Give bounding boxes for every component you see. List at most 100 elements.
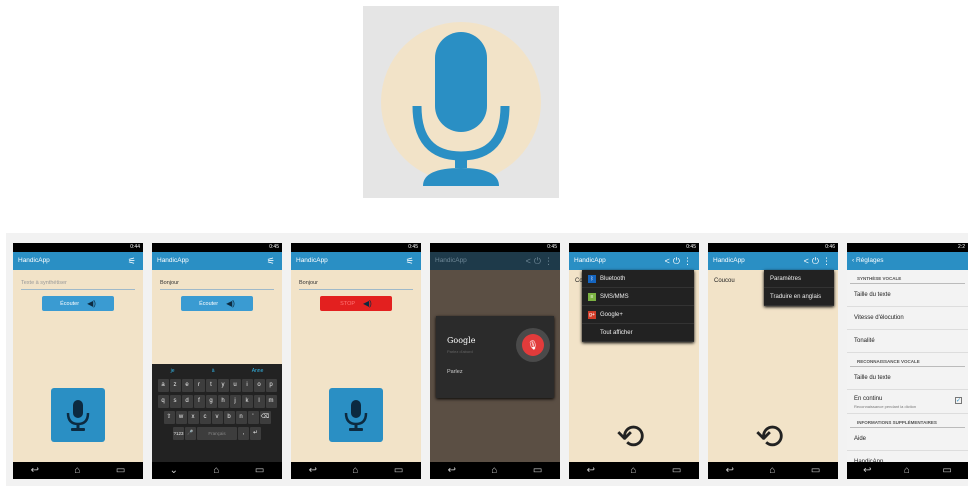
key[interactable]: v <box>211 411 223 424</box>
suggestion[interactable]: à <box>212 367 215 376</box>
back-icon[interactable]: ↩ <box>587 465 595 476</box>
key[interactable]: o <box>253 379 265 392</box>
setting-item[interactable]: Aide <box>847 428 968 451</box>
hide-keyboard-icon[interactable]: ⌄ <box>170 465 178 476</box>
enter-key[interactable]: ↵ <box>250 427 261 440</box>
mic-ring[interactable]: 🎙 <box>516 328 550 362</box>
key[interactable]: r <box>193 379 205 392</box>
key[interactable]: s <box>169 395 181 408</box>
key[interactable]: g <box>205 395 217 408</box>
back-icon[interactable]: ↩ <box>448 465 456 476</box>
recent-apps-icon[interactable]: ▭ <box>394 465 403 476</box>
key[interactable]: l <box>253 395 265 408</box>
text-input[interactable]: Bonjour <box>299 278 413 290</box>
text-input[interactable]: Bonjour <box>160 278 274 290</box>
setting-item[interactable]: Vitesse d'élocution <box>847 307 968 330</box>
settings-sliders-icon[interactable]: ⚟ <box>406 252 417 270</box>
nav-bar: ↩ ⌂ ▭ <box>291 462 421 479</box>
recent-apps-icon[interactable]: ▭ <box>116 465 125 476</box>
menu-item-sms[interactable]: ≡ SMS/MMS <box>582 288 694 306</box>
home-icon[interactable]: ⌂ <box>74 465 80 476</box>
recent-apps-icon[interactable]: ▭ <box>672 465 681 476</box>
mic-key[interactable]: 🎤 <box>185 427 196 440</box>
symbols-key[interactable]: ?123 <box>173 427 184 440</box>
home-icon[interactable]: ⌂ <box>491 465 497 476</box>
key[interactable]: a <box>157 379 169 392</box>
menu-item-settings[interactable]: Paramètres <box>764 270 834 288</box>
back-icon[interactable]: ↩ <box>309 465 317 476</box>
suggestion[interactable]: je <box>171 367 175 376</box>
menu-item-show-all[interactable]: Tout afficher <box>582 324 694 342</box>
home-icon[interactable]: ⌂ <box>904 465 910 476</box>
key[interactable]: c <box>199 411 211 424</box>
keyboard-row: ⇧ w x c v b n ' ⌫ <box>152 411 282 424</box>
home-icon[interactable]: ⌂ <box>352 465 358 476</box>
key[interactable]: n <box>235 411 247 424</box>
share-icon[interactable]: <⏻⋮ <box>665 252 695 270</box>
key[interactable]: d <box>181 395 193 408</box>
bluetooth-icon: ᛒ <box>588 274 596 283</box>
key[interactable]: ' <box>247 411 259 424</box>
status-bar: 0:44 <box>13 243 143 252</box>
backspace-key[interactable]: ⌫ <box>259 411 271 424</box>
comma-key[interactable]: , <box>238 427 249 440</box>
microphone-logo-icon <box>381 22 541 186</box>
space-key[interactable]: Français <box>197 427 237 440</box>
stop-button[interactable]: STOP ◀) <box>320 296 392 311</box>
key[interactable]: p <box>265 379 277 392</box>
refresh-icon[interactable]: ⟲ <box>755 420 784 454</box>
microphone-icon <box>66 400 90 431</box>
setting-item[interactable]: Tonalité <box>847 330 968 353</box>
key[interactable]: f <box>193 395 205 408</box>
key[interactable]: y <box>217 379 229 392</box>
home-icon[interactable]: ⌂ <box>213 465 219 476</box>
menu-item-googleplus[interactable]: g+ Google+ <box>582 306 694 324</box>
setting-item[interactable]: Taille du texte <box>847 284 968 307</box>
microphone-button[interactable] <box>329 388 383 442</box>
back-arrow-icon[interactable]: ‹ <box>852 257 854 264</box>
recent-apps-icon[interactable]: ▭ <box>942 465 951 476</box>
setting-item-continuous[interactable]: En continu Reconnaissance pendant la dic… <box>847 390 968 414</box>
settings-sliders-icon[interactable]: ⚟ <box>267 252 278 270</box>
recent-apps-icon[interactable]: ▭ <box>255 465 264 476</box>
status-bar: 2:2 <box>847 243 968 252</box>
key[interactable]: j <box>229 395 241 408</box>
key[interactable]: z <box>169 379 181 392</box>
listen-button[interactable]: Écouter ◀) <box>181 296 253 311</box>
home-icon[interactable]: ⌂ <box>769 465 775 476</box>
key[interactable]: u <box>229 379 241 392</box>
back-icon[interactable]: ↩ <box>863 465 871 476</box>
settings-sliders-icon[interactable]: ⚟ <box>128 252 139 270</box>
key[interactable]: q <box>157 395 169 408</box>
menu-item-bluetooth[interactable]: ᛒ Bluetooth <box>582 270 694 288</box>
action-bar: HandicApp <⏻⋮ <box>569 252 699 270</box>
share-icon[interactable]: <⏻⋮ <box>804 252 834 270</box>
key[interactable]: x <box>187 411 199 424</box>
key[interactable]: i <box>241 379 253 392</box>
refresh-icon[interactable]: ⟲ <box>616 420 645 454</box>
text-input[interactable]: Texte à synthétiser <box>21 278 135 290</box>
checkbox-icon[interactable]: ✓ <box>955 397 962 404</box>
back-icon[interactable]: ↩ <box>726 465 734 476</box>
setting-item[interactable]: Taille du texte <box>847 367 968 390</box>
key[interactable]: w <box>175 411 187 424</box>
settings-title[interactable]: Réglages <box>856 257 883 264</box>
listen-button[interactable]: Écouter ◀) <box>42 296 114 311</box>
section-header: SYNTHÈSE VOCALE <box>850 270 965 284</box>
recent-apps-icon[interactable]: ▭ <box>533 465 542 476</box>
key[interactable]: k <box>241 395 253 408</box>
home-icon[interactable]: ⌂ <box>630 465 636 476</box>
key[interactable]: e <box>181 379 193 392</box>
shift-key[interactable]: ⇧ <box>163 411 175 424</box>
key[interactable]: h <box>217 395 229 408</box>
suggestion[interactable]: Anne <box>252 367 264 376</box>
share-icon: <⏻⋮ <box>525 256 556 266</box>
key[interactable]: m <box>265 395 277 408</box>
key[interactable]: b <box>223 411 235 424</box>
recent-apps-icon[interactable]: ▭ <box>811 465 820 476</box>
app-logo <box>363 6 559 198</box>
menu-item-translate[interactable]: Traduire en anglais <box>764 288 834 306</box>
microphone-button[interactable] <box>51 388 105 442</box>
key[interactable]: t <box>205 379 217 392</box>
back-icon[interactable]: ↩ <box>31 465 39 476</box>
